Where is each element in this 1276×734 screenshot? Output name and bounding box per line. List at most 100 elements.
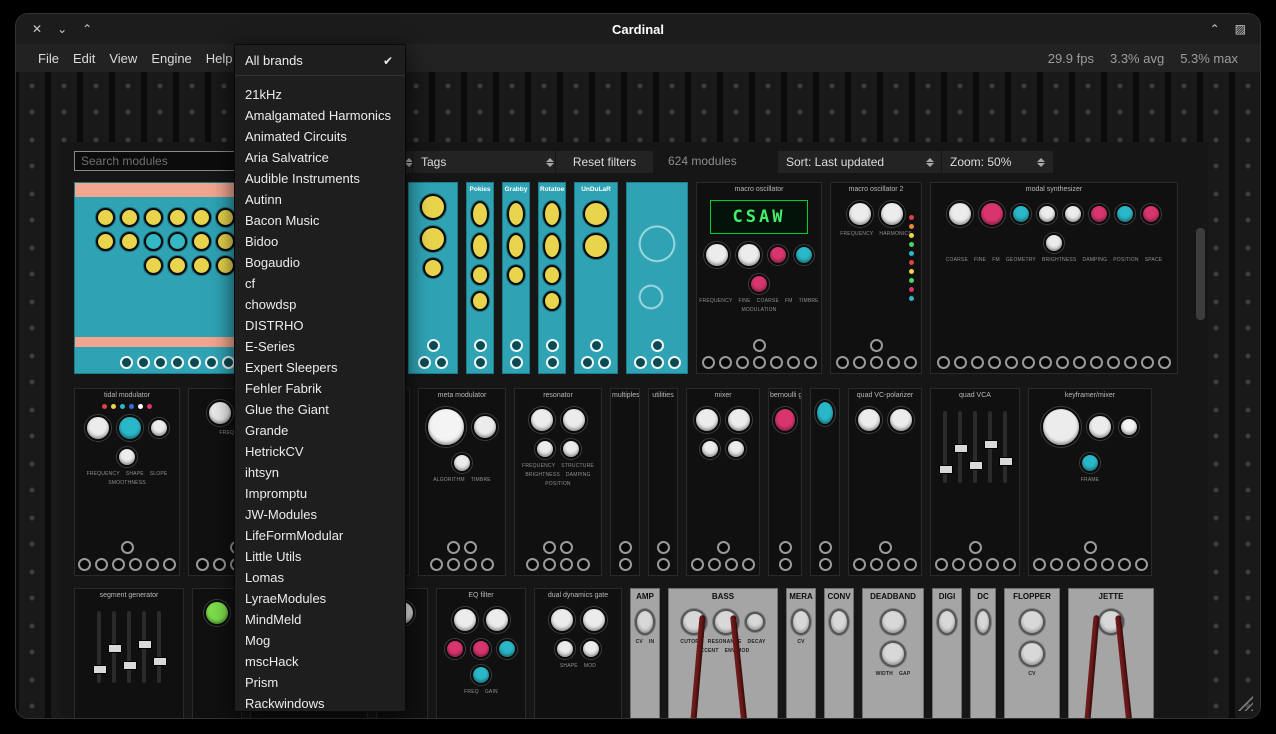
jack-port-icon xyxy=(154,356,167,369)
module-digi[interactable]: DIGI xyxy=(932,588,962,718)
brand-item-distrho[interactable]: DISTRHO xyxy=(235,315,405,336)
jack-port-icon xyxy=(510,356,523,369)
module-quad-vca[interactable]: quad VCA xyxy=(930,388,1020,576)
module-resonator[interactable]: resonatorFREQUENCYSTRUCTUREBRIGHTNESSDAM… xyxy=(514,388,602,576)
module-quad-vc-polarizer[interactable]: quad VC-polarizer xyxy=(848,388,922,576)
brand-item-autinn[interactable]: Autinn xyxy=(235,189,405,210)
module-unnamed[interactable] xyxy=(408,182,458,374)
jack-port-icon xyxy=(702,356,715,369)
menu-item-file[interactable]: File xyxy=(38,51,59,66)
brand-dropdown-selected[interactable]: All brands ✔ xyxy=(235,45,405,75)
chevron-down-icon[interactable]: ⌄ xyxy=(57,23,67,35)
module-mera[interactable]: MERACV xyxy=(786,588,816,718)
module-bass[interactable]: BASSCUTOFFRESONANCEDECAYACCENTENV MOD xyxy=(668,588,778,718)
brand-item-fehler-fabrik[interactable]: Fehler Fabrik xyxy=(235,378,405,399)
chevron-up-icon[interactable]: ⌃ xyxy=(82,23,92,35)
brand-item-lyraemodules[interactable]: LyraeModules xyxy=(235,588,405,609)
module-tidal-modulator[interactable]: tidal modulatorFREQUENCYSHAPESLOPESMOOTH… xyxy=(74,388,180,576)
module-undular[interactable]: UnDuLaR xyxy=(574,182,618,374)
brand-item-mindmeld[interactable]: MindMeld xyxy=(235,609,405,630)
module-flopper[interactable]: FLOPPERCV xyxy=(1004,588,1060,718)
knob-label: SHAPE xyxy=(126,471,144,477)
brand-item-little-utils[interactable]: Little Utils xyxy=(235,546,405,567)
menu-item-engine[interactable]: Engine xyxy=(151,51,191,66)
jack-port-icon xyxy=(418,356,431,369)
module-multiples[interactable]: multiples xyxy=(610,388,640,576)
menu-item-edit[interactable]: Edit xyxy=(73,51,95,66)
window-controls-right: ⌃▨ xyxy=(1210,23,1260,35)
module-unnamed[interactable] xyxy=(626,182,688,374)
module-amp[interactable]: AMPCVIN xyxy=(630,588,660,718)
port-grid xyxy=(542,339,562,369)
jack-port-icon xyxy=(163,558,176,571)
knob-icon xyxy=(749,274,769,294)
brand-item-lifeformmodular[interactable]: LifeFormModular xyxy=(235,525,405,546)
module-keyframer-mixer[interactable]: keyframer/mixerFRAME xyxy=(1028,388,1152,576)
brand-item-grande[interactable]: Grande xyxy=(235,420,405,441)
module-rotatoes[interactable]: Rotatoes xyxy=(538,182,566,374)
knob-icon xyxy=(117,415,143,441)
module-macro-oscillator-2[interactable]: macro oscillator 2FREQUENCYHARMONICS xyxy=(830,182,922,374)
menu-item-view[interactable]: View xyxy=(109,51,137,66)
brand-item-amalgamated-harmonics[interactable]: Amalgamated Harmonics xyxy=(235,105,405,126)
module-conv[interactable]: CONV xyxy=(824,588,854,718)
module-pokies[interactable]: Pokies xyxy=(466,182,494,374)
jack-port-icon xyxy=(708,558,721,571)
brand-item-21khz[interactable]: 21kHz xyxy=(235,84,405,105)
module-title: macro oscillator 2 xyxy=(831,183,921,195)
brand-item-bacon-music[interactable]: Bacon Music xyxy=(235,210,405,231)
brand-item-hetrickcv[interactable]: HetrickCV xyxy=(235,441,405,462)
module-modal-synthesizer[interactable]: modal synthesizerCOARSEFINEFMGEOMETRYBRI… xyxy=(930,182,1178,374)
brand-item-mog[interactable]: Mog xyxy=(235,630,405,651)
brand-item-ihtsyn[interactable]: ihtsyn xyxy=(235,462,405,483)
brand-item-mschack[interactable]: mscHack xyxy=(235,651,405,672)
module-meta-modulator[interactable]: meta modulatorALGORITHMTIMBRE xyxy=(418,388,506,576)
knob-label: TIMBRE xyxy=(471,477,491,483)
brand-item-e-series[interactable]: E-Series xyxy=(235,336,405,357)
module-mixer[interactable]: mixer xyxy=(686,388,760,576)
jack-port-icon xyxy=(546,356,559,369)
zoom-select[interactable]: Zoom: 50% xyxy=(941,150,1054,174)
menu-item-help[interactable]: Help xyxy=(206,51,233,66)
jack-port-icon xyxy=(668,356,681,369)
brand-item-lomas[interactable]: Lomas xyxy=(235,567,405,588)
brand-item-impromptu[interactable]: Impromptu xyxy=(235,483,405,504)
brand-item-chowdsp[interactable]: chowdsp xyxy=(235,294,405,315)
module-macro-oscillator[interactable]: macro oscillatorCSAWFREQUENCYFINECOARSEF… xyxy=(696,182,822,374)
module-dual-dynamics-gate[interactable]: dual dynamics gateSHAPEMOD xyxy=(534,588,622,718)
brand-item-animated-circuits[interactable]: Animated Circuits xyxy=(235,126,405,147)
brand-item-glue-the-giant[interactable]: Glue the Giant xyxy=(235,399,405,420)
tags-filter-select[interactable]: Tags xyxy=(412,150,563,174)
app-logo-icon[interactable]: ▨ xyxy=(1235,23,1246,35)
vertical-scrollbar-thumb[interactable] xyxy=(1196,228,1205,320)
close-icon[interactable]: ✕ xyxy=(32,23,42,35)
expand-icon[interactable]: ⌃ xyxy=(1210,23,1220,35)
module-deadband[interactable]: DEADBANDWIDTHGAP xyxy=(862,588,924,718)
brand-item-aria-salvatrice[interactable]: Aria Salvatrice xyxy=(235,147,405,168)
brand-item-bidoo[interactable]: Bidoo xyxy=(235,231,405,252)
window-controls-left: ✕ ⌄ ⌃ xyxy=(16,23,92,35)
jack-port-icon xyxy=(937,356,950,369)
module-utilities[interactable]: utilities xyxy=(648,388,678,576)
port-grid xyxy=(614,541,636,571)
module-jette[interactable]: JETTE xyxy=(1068,588,1154,718)
module-eq-filter[interactable]: EQ filterFREQGAIN xyxy=(436,588,526,718)
brand-item-rackwindows[interactable]: Rackwindows xyxy=(235,693,405,712)
brand-item-expert-sleepers[interactable]: Expert Sleepers xyxy=(235,357,405,378)
module-unnamed[interactable] xyxy=(810,388,840,576)
reset-filters-button[interactable]: Reset filters xyxy=(555,150,654,174)
jack-port-icon xyxy=(870,339,883,352)
module-bernoulli-gate[interactable]: bernoulli gate xyxy=(768,388,802,576)
brand-item-audible-instruments[interactable]: Audible Instruments xyxy=(235,168,405,189)
brand-item-jw-modules[interactable]: JW-Modules xyxy=(235,504,405,525)
search-input[interactable] xyxy=(74,151,236,171)
sort-select[interactable]: Sort: Last updated xyxy=(777,150,943,174)
brand-item-bogaudio[interactable]: Bogaudio xyxy=(235,252,405,273)
module-grabby[interactable]: Grabby xyxy=(502,182,530,374)
brand-item-prism[interactable]: Prism xyxy=(235,672,405,693)
jack-port-icon xyxy=(952,558,965,571)
module-dc[interactable]: DC xyxy=(970,588,996,718)
module-segment-generator[interactable]: segment generator xyxy=(74,588,184,718)
brand-dropdown-menu: All brands ✔ 21kHzAmalgamated HarmonicsA… xyxy=(234,44,406,712)
brand-item-cf[interactable]: cf xyxy=(235,273,405,294)
